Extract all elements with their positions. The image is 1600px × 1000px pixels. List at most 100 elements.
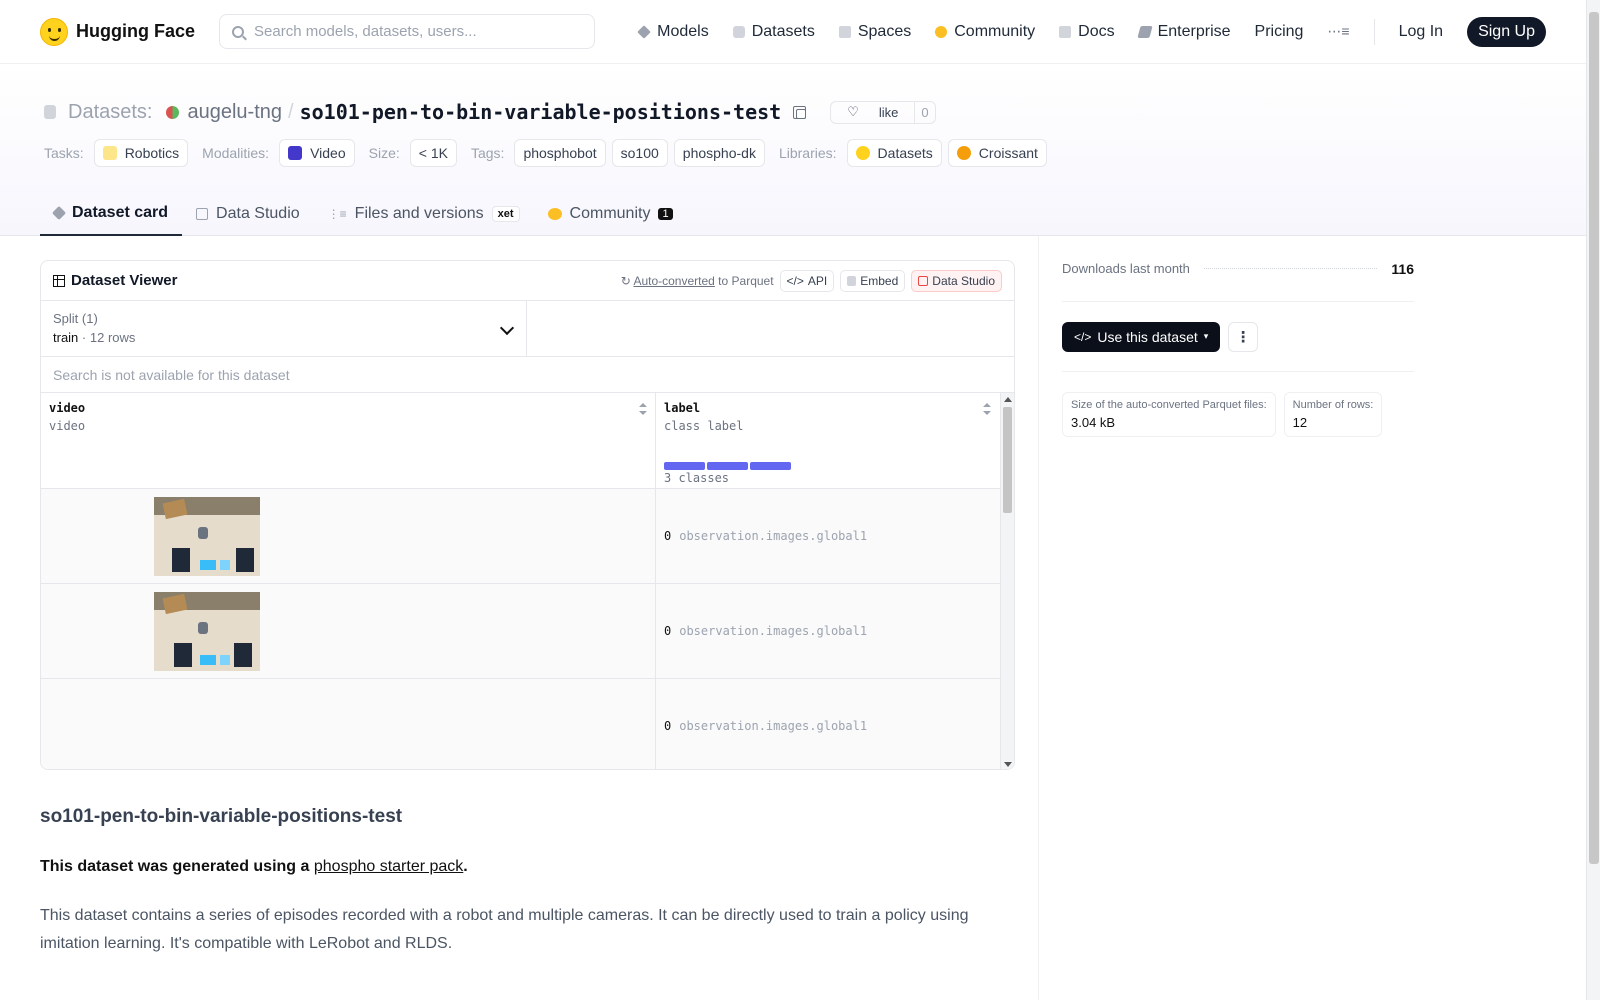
page-scrollbar[interactable]: [1586, 0, 1600, 1000]
tab-label: Data Studio: [216, 205, 300, 222]
more-options-button[interactable]: ⋮: [1228, 321, 1259, 352]
viewer-actions: ↻ Auto-converted to Parquet </> API Embed…: [621, 269, 1002, 292]
classes-count: 3 classes: [664, 471, 730, 485]
task-label: Robotics: [124, 145, 180, 161]
class-distribution-bars[interactable]: [664, 462, 791, 470]
class-bar[interactable]: [707, 462, 748, 470]
user-link[interactable]: augelu-tng: [187, 101, 282, 124]
code-icon: </>: [786, 273, 804, 288]
more-menu-button[interactable]: ⋯≡: [1327, 23, 1349, 40]
dotted-leader: [1203, 268, 1378, 269]
viewer-title: Dataset Viewer: [53, 272, 177, 289]
label-class: observation.images.global1: [679, 624, 868, 638]
nav-models[interactable]: Models: [637, 22, 709, 41]
video-cell[interactable]: [41, 679, 656, 769]
nav-docs[interactable]: Docs: [1059, 22, 1115, 41]
label-cell[interactable]: 0 observation.images.global1: [656, 679, 999, 769]
table-row[interactable]: 0 observation.images.global1: [41, 489, 1014, 584]
tag-phosphobot[interactable]: phosphobot: [514, 139, 606, 167]
video-thumbnail[interactable]: [154, 591, 260, 671]
table-icon: [196, 208, 209, 220]
nav-links: Models Datasets Spaces Community Docs En…: [637, 16, 1546, 47]
video-cell[interactable]: [41, 489, 656, 583]
hugging-face-logo[interactable]: Hugging Face: [40, 17, 196, 46]
repo-name-link[interactable]: so101-pen-to-bin-variable-positions-test: [300, 100, 782, 124]
sort-icon[interactable]: [983, 403, 991, 415]
sort-icon[interactable]: [639, 403, 647, 415]
signup-button[interactable]: Sign Up: [1467, 16, 1546, 47]
label-class: observation.images.global1: [679, 719, 868, 733]
data-studio-button[interactable]: Data Studio: [911, 269, 1002, 292]
tag-so100[interactable]: so100: [611, 139, 668, 167]
tag-size[interactable]: < 1K: [409, 139, 457, 167]
logo-text: Hugging Face: [76, 21, 196, 41]
scroll-thumb[interactable]: [1003, 407, 1012, 513]
auto-converted-link[interactable]: Auto-converted: [633, 274, 714, 288]
tab-files-and-versions[interactable]: ⋮≡ Files and versions xet: [314, 192, 534, 236]
label-cell[interactable]: 0 observation.images.global1: [656, 489, 999, 583]
api-button[interactable]: </> API: [779, 269, 835, 292]
scroll-up-arrow-icon[interactable]: [1004, 397, 1012, 402]
api-label: API: [807, 273, 828, 288]
readme-description: This dataset contains a series of episod…: [40, 907, 969, 952]
nav-enterprise[interactable]: Enterprise: [1136, 23, 1231, 41]
embed-button[interactable]: Embed: [840, 269, 906, 292]
tag-task-robotics[interactable]: Robotics: [93, 139, 189, 167]
datasets-prefix-link[interactable]: Datasets:: [68, 101, 152, 124]
tag-library-datasets[interactable]: Datasets: [846, 139, 942, 167]
size-label: Size:: [368, 145, 400, 161]
tags-label: Tags:: [470, 145, 505, 161]
login-link[interactable]: Log In: [1399, 23, 1443, 41]
nav-community[interactable]: Community: [935, 23, 1035, 41]
nav-spaces[interactable]: Spaces: [838, 23, 911, 41]
tag-modality-video[interactable]: Video: [279, 139, 355, 167]
repo-tabs: Dataset card Data Studio ⋮≡ Files and ver…: [40, 192, 687, 236]
split-value: train · 12 rows: [53, 330, 514, 345]
nav-models-label: Models: [657, 22, 709, 40]
phospho-starter-pack-link[interactable]: phospho starter pack: [314, 858, 463, 875]
tab-data-studio[interactable]: Data Studio: [182, 192, 314, 236]
enterprise-icon: [1136, 25, 1153, 38]
split-selector[interactable]: Split (1) train · 12 rows: [41, 301, 527, 356]
menu-lines-icon: ⋯≡: [1327, 23, 1350, 39]
tag-library-croissant[interactable]: Croissant: [947, 139, 1047, 167]
tab-dataset-card[interactable]: Dataset card: [40, 192, 183, 236]
scroll-down-arrow-icon[interactable]: [1004, 762, 1012, 767]
tag-label: so100: [620, 145, 659, 161]
use-this-dataset-button[interactable]: </> Use this dataset ▾: [1062, 321, 1221, 352]
readme-heading: so101-pen-to-bin-variable-positions-test: [40, 806, 403, 827]
class-bar[interactable]: [664, 462, 705, 470]
downloads-label: Downloads last month: [1062, 261, 1190, 276]
right-sidebar: Downloads last month 116 </> Use this dat…: [1062, 236, 1414, 437]
column-header-label[interactable]: label class label 3 classes: [656, 393, 999, 488]
table-scrollbar[interactable]: [1000, 393, 1014, 769]
page-scroll-thumb[interactable]: [1589, 12, 1599, 864]
thumb-bin: [220, 559, 230, 570]
dataset-card-icon: [51, 205, 67, 221]
global-search-input[interactable]: Search models, datasets, users...: [219, 14, 596, 49]
label-cell[interactable]: 0 observation.images.global1: [656, 584, 999, 678]
table-row[interactable]: 0 observation.images.global1: [41, 584, 1014, 679]
column-type: class label: [664, 419, 744, 433]
table-row[interactable]: 0 observation.images.global1: [41, 679, 1014, 769]
video-thumbnail[interactable]: [154, 496, 260, 576]
tab-community[interactable]: Community 1: [534, 192, 687, 236]
class-bar[interactable]: [750, 462, 791, 470]
tag-phospho-dk[interactable]: phospho-dk: [673, 139, 765, 167]
files-icon: ⋮≡: [327, 207, 347, 221]
like-label-wrap: ♡ like: [831, 102, 914, 123]
croissant-icon: [956, 146, 971, 160]
copy-icon[interactable]: [793, 105, 807, 119]
nav-docs-label: Docs: [1078, 22, 1115, 40]
search-icon: [232, 25, 245, 38]
use-button-label: Use this dataset: [1097, 328, 1198, 345]
like-button[interactable]: ♡ like 0: [830, 100, 936, 124]
thumb-bin: [200, 559, 216, 570]
dataset-icon: [44, 105, 56, 119]
video-cell[interactable]: [41, 584, 656, 678]
column-header-video[interactable]: video video: [41, 393, 656, 488]
datasets-icon: [732, 25, 745, 38]
nav-pricing[interactable]: Pricing: [1255, 23, 1304, 41]
spaces-icon: [838, 25, 851, 38]
nav-datasets[interactable]: Datasets: [732, 23, 815, 41]
